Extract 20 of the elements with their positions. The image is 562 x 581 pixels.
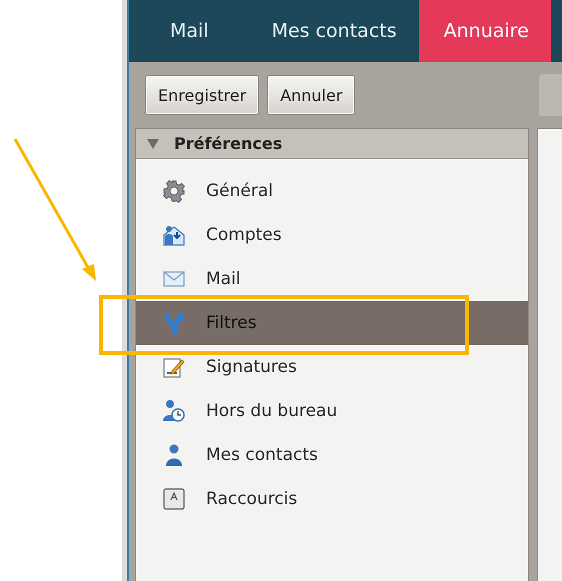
preference-item[interactable]: Signatures xyxy=(136,345,528,389)
preference-item[interactable]: Filtres xyxy=(136,301,528,345)
filter-icon xyxy=(162,311,186,335)
preference-item[interactable]: Hors du bureau xyxy=(136,389,528,433)
tab[interactable]: Mes contacts xyxy=(230,0,419,62)
keyboard-key-icon xyxy=(162,487,186,511)
preference-item[interactable]: Raccourcis xyxy=(136,477,528,521)
toolbar-button[interactable]: Enregistrer xyxy=(145,75,260,115)
tab[interactable]: Annuaire xyxy=(418,0,551,62)
gear-icon xyxy=(162,179,186,203)
preference-item[interactable]: Mes contacts xyxy=(136,433,528,477)
section-title: Préférences xyxy=(174,134,282,153)
preference-item[interactable]: Général xyxy=(136,169,528,213)
preference-item[interactable]: Comptes xyxy=(136,213,528,257)
preference-item[interactable]: Mail xyxy=(136,257,528,301)
tab[interactable]: Mail xyxy=(129,0,231,62)
accounts-icon xyxy=(162,223,186,247)
toolbar-button[interactable]: Annuler xyxy=(267,75,356,115)
section-header[interactable]: Préférences xyxy=(136,129,528,159)
person-clock-icon xyxy=(162,399,186,423)
